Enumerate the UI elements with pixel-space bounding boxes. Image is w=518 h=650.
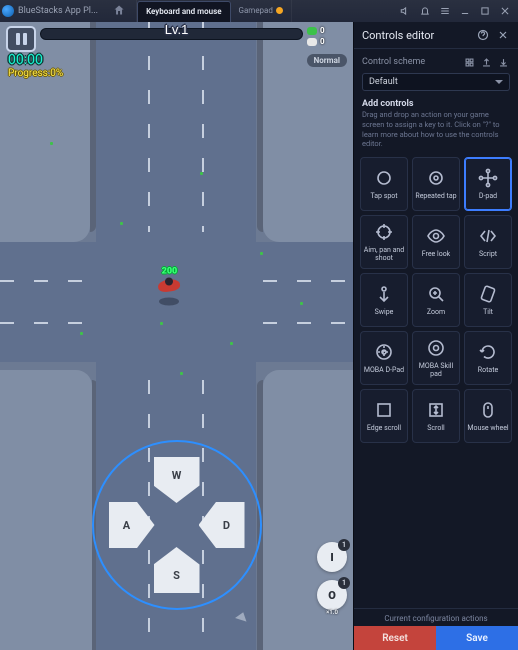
scheme-label: Control scheme bbox=[362, 57, 459, 67]
reset-button[interactable]: Reset bbox=[354, 626, 436, 650]
control-script[interactable]: Script bbox=[464, 215, 512, 269]
add-controls-heading: Add controls bbox=[362, 99, 510, 109]
hud-timer: 00:00 Progress:0% bbox=[8, 52, 63, 79]
add-controls-subtext: Drag and drop an action on your game scr… bbox=[362, 110, 510, 149]
control-rotate[interactable]: Rotate bbox=[464, 331, 512, 385]
controls-editor-panel: Controls editor Control scheme Default bbox=[353, 22, 518, 650]
app-logo bbox=[2, 5, 14, 17]
control-repeated-tap[interactable]: Repeated tap bbox=[412, 157, 460, 211]
control-tilt[interactable]: Tilt bbox=[464, 273, 512, 327]
control-d-pad[interactable]: D-pad bbox=[464, 157, 512, 211]
tab-gamepad[interactable]: Gamepad bbox=[231, 0, 292, 22]
game-viewport[interactable]: 0 0 Lv.1 00:00 Progress:0% Normal 200 W … bbox=[0, 22, 353, 650]
scheme-visibility-icon[interactable] bbox=[462, 55, 476, 69]
help-icon[interactable] bbox=[476, 28, 490, 42]
control-zoom[interactable]: Zoom bbox=[412, 273, 460, 327]
tab-keyboard-mouse[interactable]: Keyboard and mouse bbox=[137, 1, 230, 23]
maximize-icon[interactable] bbox=[478, 4, 492, 18]
chevron-down-icon bbox=[495, 80, 503, 84]
minimize-icon[interactable] bbox=[458, 4, 472, 18]
save-button[interactable]: Save bbox=[436, 626, 518, 650]
control-aim-pan-shoot[interactable]: Aim, pan and shoot bbox=[360, 215, 408, 269]
stat-gems: 0 bbox=[307, 26, 347, 35]
notification-icon[interactable] bbox=[418, 4, 432, 18]
scheme-import-icon[interactable] bbox=[496, 55, 510, 69]
action-key-i[interactable]: I1 bbox=[317, 542, 347, 572]
tab-home[interactable] bbox=[106, 0, 137, 22]
config-actions-label: Current configuration actions bbox=[354, 608, 518, 626]
player-character: 200 bbox=[159, 266, 179, 305]
stat-kills: 0 bbox=[307, 37, 347, 46]
level-label: Lv.1 bbox=[165, 22, 189, 37]
volume-icon[interactable] bbox=[398, 4, 412, 18]
scheme-export-icon[interactable] bbox=[479, 55, 493, 69]
close-icon[interactable] bbox=[498, 4, 512, 18]
difficulty-badge: Normal bbox=[307, 54, 347, 67]
dpad-overlay[interactable]: W S A D bbox=[92, 440, 262, 610]
panel-title: Controls editor bbox=[362, 29, 476, 42]
control-scroll[interactable]: Scroll bbox=[412, 389, 460, 443]
menu-icon[interactable] bbox=[438, 4, 452, 18]
control-mouse-wheel[interactable]: Mouse wheel bbox=[464, 389, 512, 443]
scheme-select[interactable]: Default bbox=[362, 73, 510, 91]
app-name: BlueStacks App Pl... bbox=[18, 6, 98, 16]
control-tap-spot[interactable]: Tap spot bbox=[360, 157, 408, 211]
close-panel-icon[interactable] bbox=[496, 28, 510, 42]
titlebar: BlueStacks App Pl... Keyboard and mouse … bbox=[0, 0, 518, 22]
control-moba-skill-pad[interactable]: MOBA Skill pad bbox=[412, 331, 460, 385]
control-moba-d-pad[interactable]: MOBA D-Pad bbox=[360, 331, 408, 385]
coin-icon bbox=[276, 7, 283, 14]
pause-button[interactable] bbox=[6, 26, 36, 52]
control-swipe[interactable]: Swipe bbox=[360, 273, 408, 327]
controls-grid: Tap spotRepeated tapD-pad Aim, pan and sh… bbox=[354, 151, 518, 449]
action-key-o[interactable]: O1×1.0 bbox=[317, 580, 347, 610]
control-edge-scroll[interactable]: Edge scroll bbox=[360, 389, 408, 443]
control-free-look[interactable]: Free look bbox=[412, 215, 460, 269]
